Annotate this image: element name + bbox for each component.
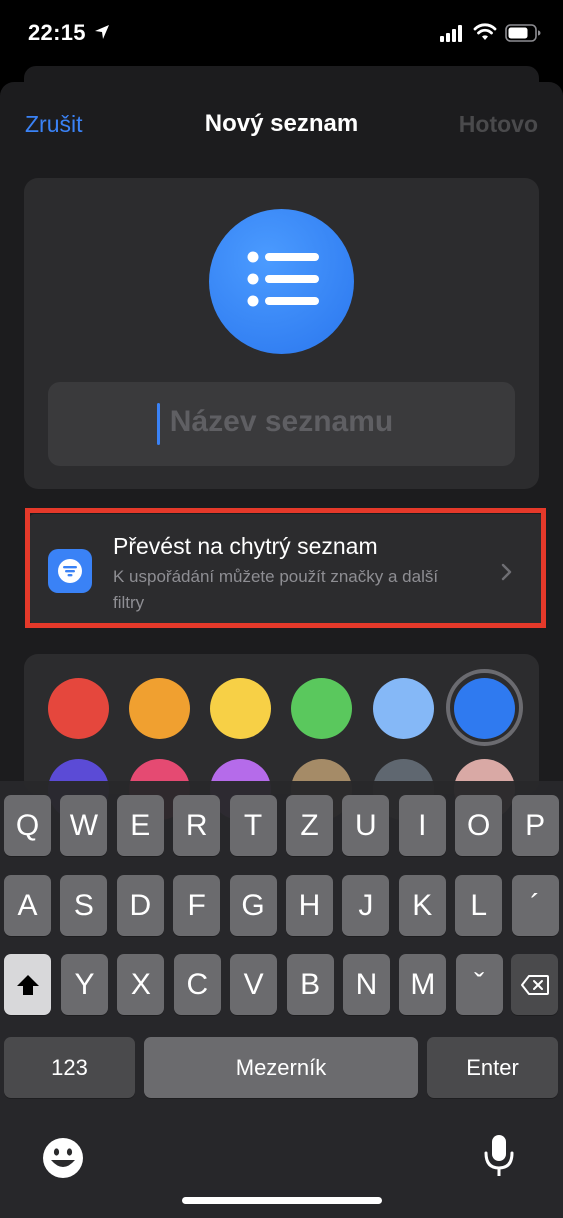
color-swatch[interactable] bbox=[210, 678, 271, 739]
letter-key[interactable]: V bbox=[230, 954, 278, 1015]
list-name-placeholder: Název seznamu bbox=[169, 405, 394, 438]
filter-icon bbox=[58, 559, 82, 583]
letter-key[interactable]: T bbox=[229, 795, 277, 856]
letter-key[interactable]: B bbox=[286, 954, 334, 1015]
shift-key[interactable] bbox=[4, 954, 51, 1015]
letter-key[interactable]: X bbox=[117, 954, 165, 1015]
cellular-signal-icon bbox=[440, 25, 462, 42]
letter-key[interactable]: H bbox=[286, 875, 333, 936]
letter-key[interactable]: G bbox=[229, 875, 277, 936]
color-swatch[interactable] bbox=[291, 678, 352, 739]
letter-key[interactable]: I bbox=[398, 795, 446, 856]
text-cursor bbox=[157, 403, 160, 445]
status-bar: 22:15 bbox=[0, 0, 563, 62]
letter-key[interactable]: P bbox=[511, 795, 559, 856]
list-icon-circle[interactable] bbox=[209, 209, 354, 354]
letter-key[interactable]: U bbox=[342, 795, 390, 856]
smart-list-icon bbox=[48, 549, 92, 593]
status-time: 22:15 bbox=[28, 20, 86, 45]
letter-key[interactable]: L bbox=[455, 875, 503, 936]
letter-key[interactable]: F bbox=[173, 875, 221, 936]
letter-key[interactable]: O bbox=[455, 795, 503, 856]
letter-key[interactable]: N bbox=[343, 954, 390, 1015]
letter-key[interactable]: C bbox=[173, 954, 221, 1015]
selected-color-ring bbox=[446, 669, 523, 746]
letter-key[interactable]: Q bbox=[4, 795, 51, 856]
enter-key[interactable]: Enter bbox=[427, 1037, 558, 1098]
letter-key[interactable]: D bbox=[116, 875, 164, 936]
letter-key[interactable]: Z bbox=[286, 795, 333, 856]
location-arrow-icon bbox=[95, 25, 109, 39]
letter-key[interactable]: ˇ bbox=[455, 954, 503, 1015]
letter-key[interactable]: M bbox=[399, 954, 447, 1015]
letter-key[interactable]: ´ bbox=[511, 875, 559, 936]
color-swatch[interactable] bbox=[129, 678, 190, 739]
wifi-icon bbox=[473, 23, 497, 40]
shift-icon bbox=[16, 974, 39, 995]
emoji-icon[interactable] bbox=[42, 1137, 84, 1179]
letter-key[interactable]: W bbox=[60, 795, 108, 856]
home-indicator bbox=[182, 1197, 382, 1204]
color-swatch[interactable] bbox=[373, 678, 434, 739]
space-key[interactable]: Mezerník bbox=[144, 1037, 418, 1098]
backspace-icon bbox=[520, 974, 549, 995]
color-swatch[interactable] bbox=[48, 678, 109, 739]
smart-list-subtitle: K uspořádání můžete použít značky a dalš… bbox=[113, 567, 439, 612]
battery-icon bbox=[505, 24, 541, 42]
backspace-key[interactable] bbox=[511, 954, 558, 1015]
letter-key[interactable]: J bbox=[342, 875, 390, 936]
letter-key[interactable]: A bbox=[4, 875, 51, 936]
smart-list-title: Převést na chytrý seznam bbox=[113, 533, 378, 559]
list-bullets-icon bbox=[247, 251, 319, 307]
letter-key[interactable]: Y bbox=[61, 954, 108, 1015]
chevron-right-icon bbox=[501, 563, 512, 581]
letter-key[interactable]: S bbox=[60, 875, 108, 936]
letter-key[interactable]: K bbox=[398, 875, 446, 936]
done-button[interactable]: Hotovo bbox=[459, 111, 538, 138]
letter-key[interactable]: R bbox=[173, 795, 221, 856]
letter-key[interactable]: E bbox=[116, 795, 164, 856]
numbers-key[interactable]: 123 bbox=[4, 1037, 135, 1098]
microphone-icon[interactable] bbox=[483, 1133, 515, 1179]
